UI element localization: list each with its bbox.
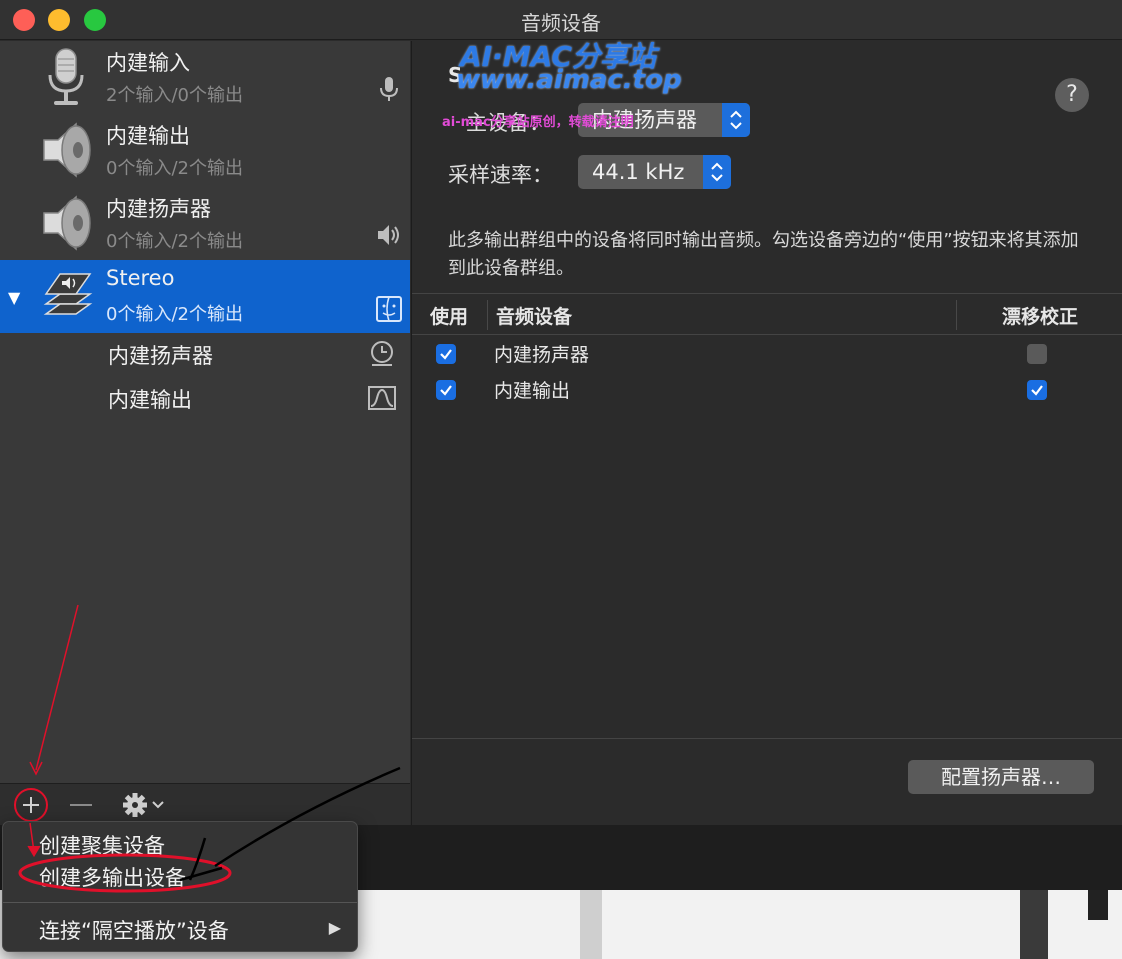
use-checkbox[interactable]	[436, 380, 456, 400]
microphone-icon	[48, 48, 84, 105]
gear-icon[interactable]	[120, 790, 174, 820]
device-io: 0个输入/2个输出	[106, 304, 243, 325]
device-cell: 内建输出	[494, 380, 571, 402]
sub-device-row[interactable]: 内建扬声器	[0, 332, 410, 376]
waveform-icon	[368, 386, 396, 410]
sub-device-row[interactable]: 内建输出	[0, 376, 410, 420]
help-button[interactable]: ?	[1055, 78, 1089, 112]
device-io: 0个输入/2个输出	[106, 158, 243, 179]
device-name: 内建输出	[106, 124, 190, 148]
device-cell: 内建扬声器	[494, 344, 590, 366]
watermark-url: www.aimac.top	[456, 65, 682, 95]
device-sidebar: 内建输入 2个输入/0个输出 内建输出 0个输入/2个输出 内建扬声器 0个输入…	[0, 41, 410, 783]
watermark-notice: ai-mac分享站原创，转载请注明	[442, 115, 634, 130]
sub-device-name: 内建输出	[108, 388, 192, 412]
stepper-icon	[722, 103, 750, 137]
column-drift-correction[interactable]: 漂移校正	[1002, 302, 1078, 329]
sample-rate-value: 44.1 kHz	[592, 160, 685, 184]
plus-icon	[23, 797, 39, 813]
column-divider	[956, 300, 957, 330]
audio-midi-window: 音频设备 内建输入 2个输入/0个输出 内建输出 0个输入/2个输出 内建扬声器…	[0, 0, 1122, 890]
device-name: 内建输入	[106, 51, 190, 75]
device-name: 内建扬声器	[106, 197, 211, 221]
microphone-small-icon	[380, 77, 398, 101]
group-description: 此多输出群组中的设备将同时输出音频。勾选设备旁边的“使用”按钮来将其添加到此设备…	[448, 230, 1079, 279]
device-row-built-in-input[interactable]: 内建输入 2个输入/0个输出	[0, 41, 410, 114]
column-divider	[487, 300, 488, 330]
device-name: Stereo	[106, 266, 175, 290]
stepper-icon	[703, 155, 731, 189]
submenu-arrow-icon: ▶	[328, 918, 341, 937]
device-row-built-in-speakers[interactable]: 内建扬声器 0个输入/2个输出	[0, 187, 410, 260]
title-bar: 音频设备	[0, 0, 1122, 40]
volume-icon	[378, 225, 399, 245]
column-use[interactable]: 使用	[430, 302, 468, 329]
menu-item-create-aggregate-device[interactable]: 创建聚集设备	[39, 830, 165, 860]
sample-rate-popup[interactable]: 44.1 kHz	[578, 155, 731, 189]
background-decoration	[1020, 890, 1048, 959]
use-checkbox[interactable]	[436, 344, 456, 364]
device-io: 2个输入/0个输出	[106, 85, 243, 106]
menu-item-create-multi-output-device[interactable]: 创建多输出设备	[39, 862, 186, 892]
configure-speakers-button[interactable]: 配置扬声器…	[908, 760, 1094, 794]
table-row: 内建扬声器	[412, 336, 1122, 372]
sub-device-name: 内建扬声器	[108, 344, 213, 368]
detail-footer: 配置扬声器…	[412, 738, 1122, 825]
speaker-icon	[43, 122, 91, 178]
finder-icon	[376, 296, 402, 322]
window-title: 音频设备	[521, 11, 601, 35]
column-audio-device[interactable]: 音频设备	[496, 302, 572, 329]
table-row: 内建输出	[412, 372, 1122, 408]
add-device-button[interactable]	[14, 788, 48, 822]
sidebar-toolbar	[0, 783, 410, 825]
remove-device-button[interactable]	[64, 790, 98, 820]
add-device-menu: 创建聚集设备 创建多输出设备 连接“隔空播放”设备 ▶	[2, 821, 358, 952]
menu-separator	[3, 902, 357, 903]
sample-rate-label: 采样速率：	[448, 163, 553, 187]
speaker-icon	[43, 195, 91, 251]
background-decoration	[1088, 890, 1108, 920]
device-detail-pane: S AI·MAC分享站 www.aimac.top ? 主设备： 内建扬声器 a…	[411, 40, 1122, 825]
drift-correction-checkbox[interactable]	[1027, 380, 1047, 400]
background-decoration	[580, 890, 602, 959]
device-io: 0个输入/2个输出	[106, 231, 243, 252]
clock-icon	[371, 341, 393, 366]
drift-correction-checkbox[interactable]	[1027, 344, 1047, 364]
device-table-header: 使用 音频设备 漂移校正	[412, 293, 1122, 335]
device-row-built-in-output[interactable]: 内建输出 0个输入/2个输出	[0, 114, 410, 187]
device-row-stereo[interactable]: ▼ Stereo 0个输入/2个输出	[0, 260, 410, 333]
multi-output-icon	[43, 273, 93, 315]
disclosure-triangle-icon[interactable]: ▼	[8, 288, 20, 307]
menu-item-connect-airplay-device[interactable]: 连接“隔空播放”设备	[39, 915, 229, 945]
